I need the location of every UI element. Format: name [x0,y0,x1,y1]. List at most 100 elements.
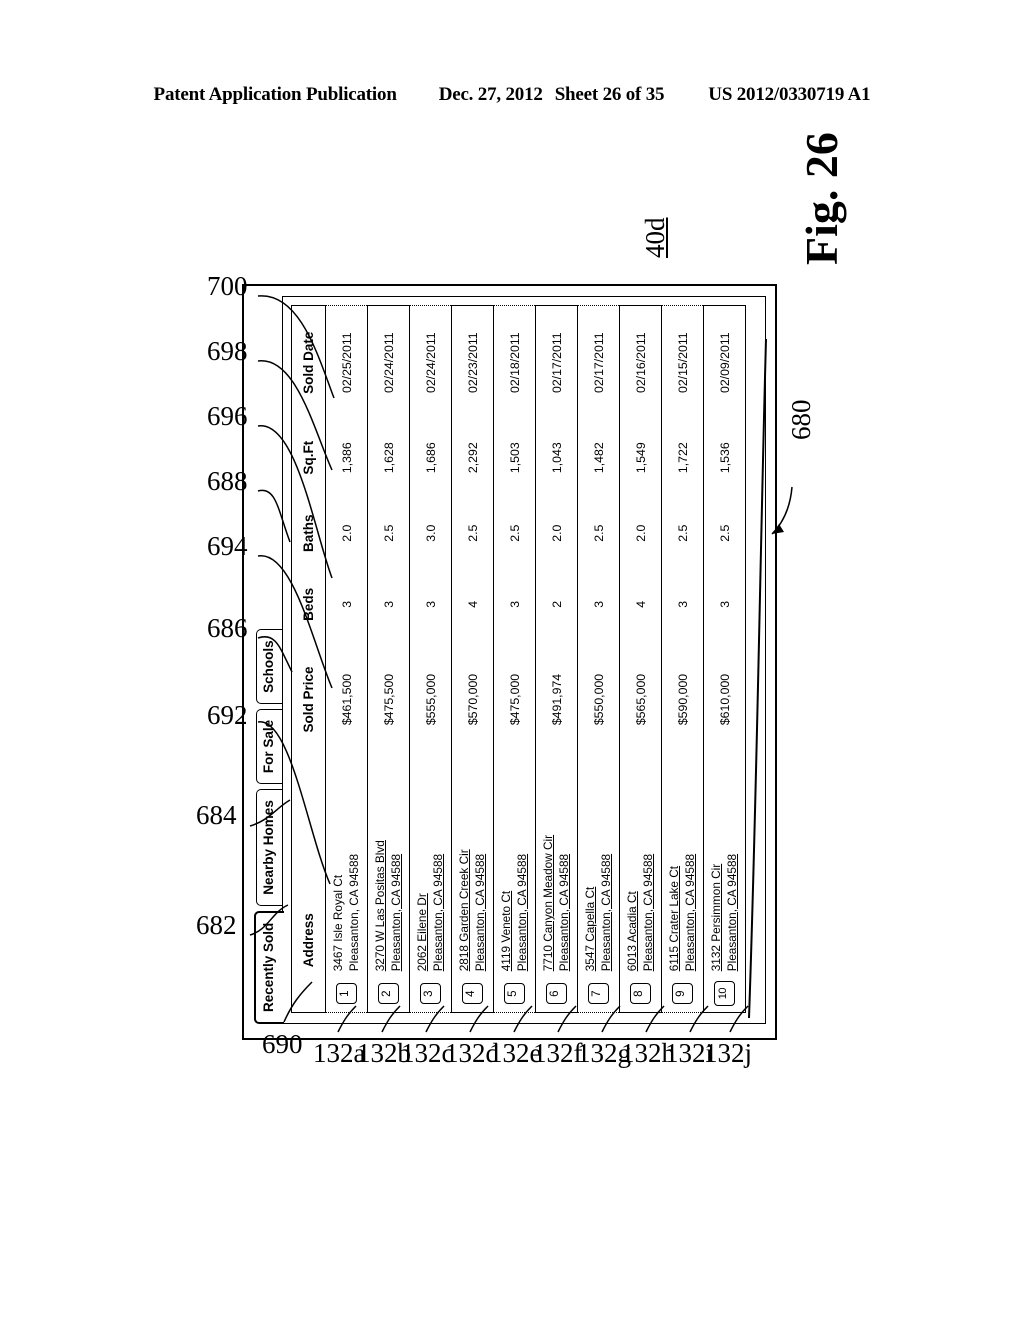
column-header-rownum [291,975,326,1013]
beds-cell: 3 [661,570,704,639]
patent-number: US 2012/0330719 A1 [708,84,871,105]
address-link[interactable]: 6013 Acadia Ct Pleasanton, CA 94588 [619,760,662,976]
baths-cell: 2.5 [367,495,410,571]
table-row[interactable]: 4 2818 Garden Creek Cir Pleasanton, CA 945… [451,305,494,1013]
sold-date-cell: 02/17/2011 [535,305,578,420]
address-link[interactable]: 3547 Capella Ct Pleasanton, CA 94588 [577,760,620,976]
address-line-1: 2818 Garden Creek Cir [457,849,472,972]
row-number-badge: 3 [420,983,441,1005]
column-header-sqft[interactable]: Sq.Ft [291,419,326,496]
address-line-2: Pleasanton, CA 94588 [430,853,445,972]
application-window-40d: Recently Sold Nearby Homes For Sale Scho… [242,284,777,1040]
column-header-beds[interactable]: Beds [291,570,326,639]
beds-cell: 4 [451,570,494,639]
table-row[interactable]: 8 6013 Acadia Ct Pleasanton, CA 94588 $565,… [619,305,662,1013]
address-link[interactable]: 6115 Crater Lake Ct Pleasanton, CA 94588 [661,760,704,976]
address-line-2: Pleasanton, CA 94588 [556,853,571,972]
tab-schools[interactable]: Schools [256,629,284,704]
tab-content-panel: Address Sold Price Beds Baths Sq.Ft Sold… [282,296,766,1024]
sold-price-cell: $475,000 [493,638,536,761]
ref-688: 688 [207,466,248,496]
address-link[interactable]: 3132 Persimmon Cir Pleasanton, CA 94588 [703,760,746,976]
beds-cell: 3 [325,570,368,639]
address-line-2: Pleasanton, CA 94588 [346,853,361,972]
table-row[interactable]: 9 6115 Crater Lake Ct Pleasanton, CA 94588… [661,305,704,1013]
address-line-2: Pleasanton, CA 94588 [682,853,697,972]
beds-cell: 3 [367,570,410,639]
ref-682: 682 [196,910,237,940]
address-link[interactable]: 4119 Veneto Ct Pleasanton, CA 94588 [493,760,536,976]
column-header-address[interactable]: Address [291,760,326,976]
table-row[interactable]: 10 3132 Persimmon Cir Pleasanton, CA 94588… [703,305,746,1013]
address-line-1: 3270 W Las Positas Blvd [373,840,388,972]
tab-nearby-homes[interactable]: Nearby Homes [256,789,284,906]
address-link[interactable]: 7710 Canyon Meadow Cir Pleasanton, CA 945… [535,760,578,976]
row-number-badge-cell: 4 [451,975,494,1013]
row-number-badge: 4 [462,983,483,1005]
tab-recently-sold[interactable]: Recently Sold [254,910,284,1024]
sqft-cell: 1,386 [325,419,368,496]
baths-cell: 2.0 [535,495,578,571]
ref-132j: 132j [704,1038,753,1068]
figure-stage: Recently Sold Nearby Homes For Sale Scho… [242,280,782,1040]
sqft-cell: 1,043 [535,419,578,496]
ref-696: 696 [207,401,248,431]
address-line-1: 3547 Capella Ct [583,886,598,972]
sold-date-cell: 02/24/2011 [367,305,410,420]
table-row[interactable]: 3 2062 Eilene Dr Pleasanton, CA 94588 $555,… [409,305,452,1013]
sold-date-cell: 02/16/2011 [619,305,662,420]
baths-cell: 3.0 [409,495,452,571]
baths-cell: 2.5 [661,495,704,571]
sold-price-cell: $610,000 [703,638,746,761]
address-line-2: Pleasanton, CA 94588 [640,853,655,972]
sold-date-cell: 02/18/2011 [493,305,536,420]
recently-sold-table: Address Sold Price Beds Baths Sq.Ft Sold… [291,305,746,1013]
table-row[interactable]: 1 3467 Isle Royal Ct Pleasanton, CA 94588 $… [325,305,368,1013]
beds-cell: 3 [577,570,620,639]
publication-label: Patent Application Publication [153,84,397,105]
sold-date-cell: 02/09/2011 [703,305,746,420]
row-number-badge: 6 [546,983,567,1005]
ref-700: 700 [207,271,248,301]
row-number-badge: 2 [378,983,399,1005]
baths-cell: 2.5 [451,495,494,571]
sqft-cell: 1,549 [619,419,662,496]
row-number-badge-cell: 5 [493,975,536,1013]
ref-684: 684 [196,800,237,830]
sqft-cell: 1,686 [409,419,452,496]
address-line-1: 4119 Veneto Ct [499,890,514,972]
sold-price-cell: $555,000 [409,638,452,761]
baths-cell: 2.0 [325,495,368,571]
row-number-badge-cell: 6 [535,975,578,1013]
sold-price-cell: $565,000 [619,638,662,761]
address-line-2: Pleasanton, CA 94588 [724,853,739,972]
address-link[interactable]: 2062 Eilene Dr Pleasanton, CA 94588 [409,760,452,976]
beds-cell: 3 [493,570,536,639]
ref-132f: 132f [533,1038,583,1068]
ref-694: 694 [207,531,248,561]
column-header-baths[interactable]: Baths [291,495,326,571]
address-link[interactable]: 2818 Garden Creek Cir Pleasanton, CA 9458… [451,760,494,976]
ref-40d: 40d [640,217,670,259]
sold-price-cell: $491,974 [535,638,578,761]
row-number-badge: 7 [588,983,609,1005]
row-number-badge: 5 [504,983,525,1005]
address-link[interactable]: 3270 W Las Positas Blvd Pleasanton, CA 94… [367,760,410,976]
tab-for-sale[interactable]: For Sale [256,708,284,785]
column-header-date[interactable]: Sold Date [291,305,326,420]
baths-cell: 2.0 [619,495,662,571]
ref-698: 698 [207,336,248,366]
table-body: 1 3467 Isle Royal Ct Pleasanton, CA 94588 $… [325,305,746,1013]
sold-price-cell: $590,000 [661,638,704,761]
table-row[interactable]: 7 3547 Capella Ct Pleasanton, CA 94588 $550… [577,305,620,1013]
row-number-badge-cell: 8 [619,975,662,1013]
table-row[interactable]: 2 3270 W Las Positas Blvd Pleasanton, CA 9… [367,305,410,1013]
row-number-badge-cell: 1 [325,975,368,1013]
beds-cell: 2 [535,570,578,639]
column-header-price[interactable]: Sold Price [291,638,326,761]
sold-price-cell: $570,000 [451,638,494,761]
beds-cell: 4 [619,570,662,639]
sqft-cell: 2,292 [451,419,494,496]
table-row[interactable]: 5 4119 Veneto Ct Pleasanton, CA 94588 $475,… [493,305,536,1013]
table-row[interactable]: 6 7710 Canyon Meadow Cir Pleasanton, CA 94… [535,305,578,1013]
